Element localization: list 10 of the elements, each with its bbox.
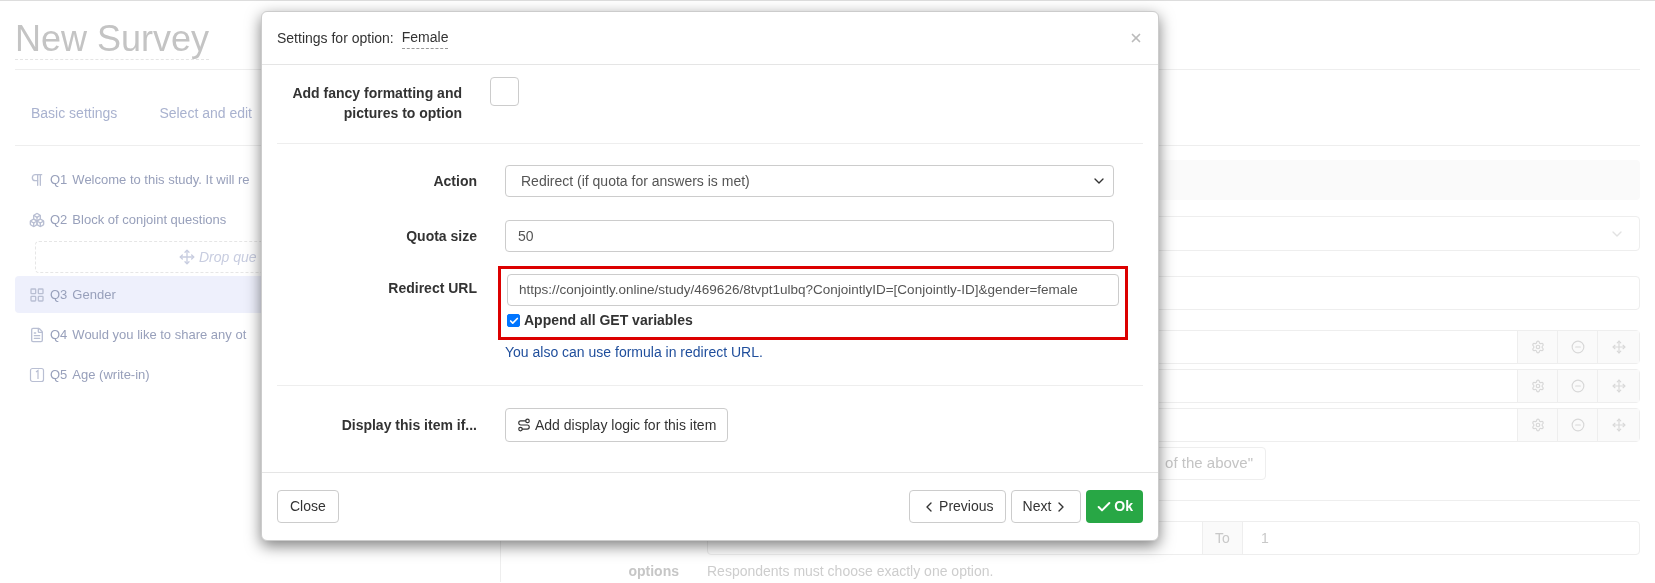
field-label: Display this item if... [341, 416, 477, 433]
field-label: Redirect URL [388, 280, 477, 296]
survey-title: New Survey [15, 18, 210, 60]
field-label: Action [433, 172, 477, 189]
field-label: options [628, 563, 679, 579]
help-text: You also can use formula in redirect URL. [505, 343, 764, 362]
field-label: Quota size [406, 227, 477, 244]
dialog-title: Settings for option: [277, 28, 394, 48]
checkbox-label: Append all GET variables [524, 311, 693, 330]
field-label: Add fancy formatting and pictures to option [292, 85, 462, 121]
